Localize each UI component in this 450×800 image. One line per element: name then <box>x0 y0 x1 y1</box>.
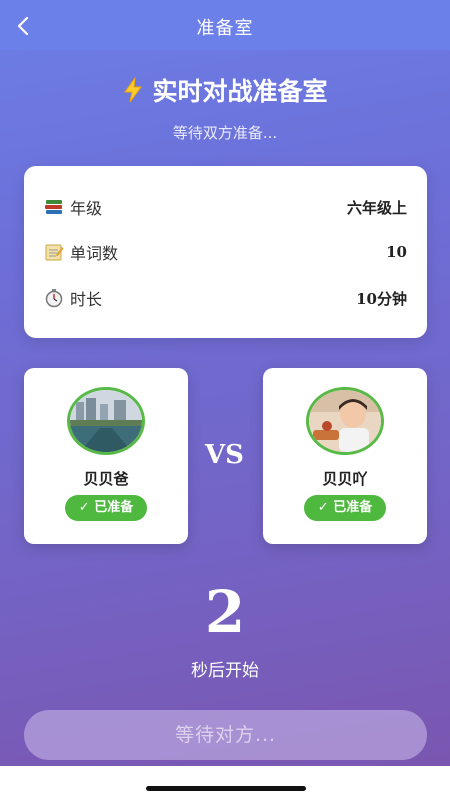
info-value: 六年级上 <box>346 198 407 217</box>
screen: 准备室 实时对战准备室 等待双方准备... 年级 六年级上 单词数 10 时长 … <box>0 0 450 766</box>
ready-badge: ✓ 已准备 <box>304 495 386 521</box>
info-label: 时长 <box>70 290 103 309</box>
avatar-image <box>309 390 381 452</box>
info-value: 10分钟 <box>356 289 407 308</box>
nav-bar: 准备室 <box>0 0 450 50</box>
hero-subtitle: 等待双方准备... <box>172 124 278 142</box>
hero-title-row: 实时对战准备室 <box>122 72 328 108</box>
info-label: 单词数 <box>70 244 119 263</box>
info-label: 年级 <box>70 199 103 218</box>
info-row-duration: 时长 10分钟 <box>44 283 407 313</box>
player-name: 贝贝爸 <box>83 470 129 488</box>
info-row-words: 单词数 10 <box>44 237 407 267</box>
hero-title: 实时对战准备室 <box>152 77 328 106</box>
ready-badge: ✓ 已准备 <box>65 495 147 521</box>
hero: 实时对战准备室 等待双方准备... <box>0 72 450 143</box>
books-icon <box>45 200 62 214</box>
countdown-label: 秒后开始 <box>191 661 259 681</box>
player-name: 贝贝吖 <box>322 470 368 488</box>
settings-card: 年级 六年级上 单词数 10 时长 10分钟 <box>24 166 427 338</box>
notepad-icon <box>45 244 64 261</box>
info-value: 10 <box>386 243 407 261</box>
avatar <box>306 387 384 455</box>
info-row-grade: 年级 六年级上 <box>44 192 407 222</box>
stopwatch-icon <box>45 289 63 308</box>
waiting-button[interactable]: 等待对方... <box>24 710 427 760</box>
avatar-image <box>70 390 142 452</box>
lightning-icon <box>124 77 143 103</box>
player-card-left: 贝贝爸 ✓ 已准备 <box>24 368 188 544</box>
countdown-number: 2 <box>204 578 246 646</box>
vs-label: VS <box>205 440 244 470</box>
home-indicator <box>146 786 306 791</box>
avatar <box>67 387 145 455</box>
page-title: 准备室 <box>196 18 254 39</box>
player-card-right: 贝贝吖 ✓ 已准备 <box>263 368 427 544</box>
